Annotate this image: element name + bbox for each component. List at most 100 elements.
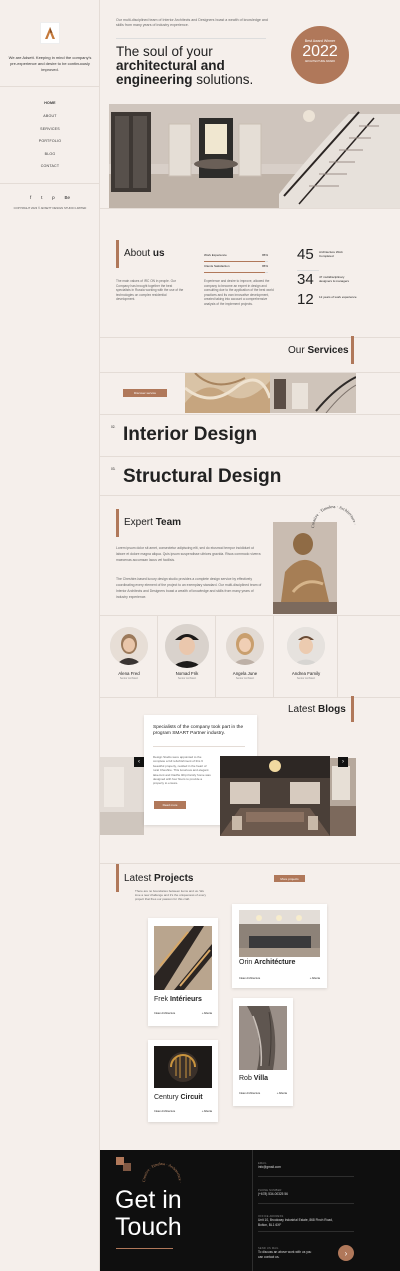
team-member-1[interactable]: Alena Fred Senior Architect [100, 615, 158, 697]
project-category: Clean Architecture [154, 1110, 176, 1113]
avatar [165, 624, 209, 668]
chevron-left-icon[interactable]: ‹ [134, 757, 144, 767]
services-title-b: Services [307, 345, 349, 356]
twitter-icon[interactable]: t [41, 195, 42, 200]
progress-label: Work Experience [204, 253, 227, 257]
accent-bar [116, 509, 119, 537]
hero-title-line1: The soul of your [116, 44, 213, 59]
footer-phone: PHONE NUMBER (+678) 534-00325 56 [258, 1189, 354, 1204]
stat-2: 34 47 multidisciplinary designers & mana… [297, 271, 357, 288]
nav-blog[interactable]: BLOG [0, 152, 100, 156]
project-meta: Clean Architecture ⌖ Alberta [154, 1012, 212, 1015]
progress-fill [204, 261, 265, 262]
team-role: Senior Architect [296, 677, 316, 680]
project-title: Century Circuit [154, 1094, 203, 1101]
divider [258, 1231, 354, 1233]
service-image-2 [270, 373, 356, 413]
about-title-b: us [152, 248, 165, 259]
project-location: Alberta [278, 1092, 287, 1095]
projects-title-b: Projects [154, 873, 194, 884]
project-title-a: Rob [239, 1075, 254, 1082]
blogs-title-a: Latest [288, 704, 319, 715]
service-interior-design[interactable]: Interior Design [123, 424, 257, 446]
blog-card-title: Specialists of the company took part in … [153, 725, 244, 736]
chevron-right-icon[interactable]: › [338, 757, 348, 767]
divider [252, 1150, 253, 1271]
blog-card-text: Design Studio were appointed to the comp… [153, 755, 211, 786]
arrow-right-icon[interactable]: › [338, 1245, 354, 1261]
team-member-3[interactable]: Angela June Senior Architect [216, 615, 274, 697]
location-pin-icon: ⌖ Alberta [276, 1092, 287, 1095]
team-member-4[interactable]: Andrea Family Senior Architect [274, 615, 338, 697]
ring-text: Creative · Timeless · Architecture · [142, 1162, 182, 1183]
project-title-b: Intérieurs [169, 996, 202, 1003]
email-link[interactable]: info@gmail.com [258, 1165, 354, 1170]
copyright: COPYRIGHT 2023 © ADSETT DESIGN STUDIO LI… [13, 206, 87, 210]
team-role: Senior Architect [177, 677, 197, 680]
project-title-a: Century [154, 1094, 181, 1101]
discover-service-button[interactable]: Discover service [123, 389, 167, 397]
hero-tagline: Our multi-disciplined team of Interior A… [116, 18, 268, 28]
decor-square [123, 1163, 131, 1171]
pinterest-icon[interactable]: p [52, 195, 55, 200]
project-title-b: Villa [253, 1075, 269, 1082]
address-text: Unit 10, Brookway Industrial Estate, 868… [258, 1218, 333, 1227]
project-title-b: Circuit [180, 1094, 203, 1101]
avatar [226, 627, 264, 665]
project-title: Orin Architécture [239, 959, 295, 966]
team-member-2[interactable]: Nomad Frik Senior Architect [158, 615, 216, 697]
project-category: Clean Architecture [239, 1092, 261, 1095]
logo[interactable] [40, 22, 60, 44]
facebook-icon[interactable]: f [30, 195, 31, 200]
location-pin-icon: ⌖ Alberta [201, 1110, 212, 1113]
blog-image-main [220, 756, 330, 836]
phone-link[interactable]: (+678) 534-00325 56 [258, 1192, 354, 1197]
nav-about[interactable]: ABOUT [0, 114, 100, 118]
nav-home[interactable]: HOME [0, 101, 100, 105]
rotating-text-badge: Creative · Timeless · Architecture · [310, 504, 358, 528]
nav-portfolio[interactable]: PORTFOLIO [0, 139, 100, 143]
project-card-3[interactable]: Century Circuit Clean Architecture ⌖ Albe… [148, 1040, 218, 1122]
read-more-button[interactable]: Read more [154, 801, 186, 809]
mail-text: To discuss an above work with us you can… [258, 1250, 312, 1259]
more-projects-button[interactable]: More projects [274, 875, 305, 882]
progress-value: 95% [261, 264, 268, 268]
divider [100, 697, 400, 698]
team-name: Nomad Frik [175, 671, 199, 676]
svg-text:Creative · Timeless · Architec: Creative · Timeless · Architecture · [142, 1162, 182, 1183]
project-card-4[interactable]: Rob Villa Clean Architecture ⌖ Alberta [233, 998, 293, 1106]
accent-bar [351, 696, 354, 722]
divider [100, 414, 400, 415]
expert-text-2: The Cheshire-based luxury design studio … [116, 577, 262, 599]
divider [100, 337, 400, 338]
hero-title-end: solutions. [192, 72, 254, 87]
blogs-title: Latest Blogs [288, 704, 346, 715]
blog-image-right [330, 758, 356, 836]
project-meta: Clean Architecture ⌖ Alberta [154, 1110, 212, 1113]
projects-title: Latest Projects [124, 873, 194, 884]
divider [116, 1248, 173, 1249]
accent-bar [116, 240, 119, 268]
stat-3: 12 12 years of work experience [297, 291, 357, 308]
nav-services[interactable]: SERVICES [0, 127, 100, 131]
team-role: Senior Architect [235, 677, 255, 680]
about-title: About us [124, 248, 165, 259]
project-title-a: Orin [239, 959, 255, 966]
behance-icon[interactable]: Be [64, 195, 70, 200]
divider [116, 38, 266, 39]
divider [258, 1175, 354, 1177]
project-card-2[interactable]: Orin Architécture Clean Architecture ⌖ Al… [232, 904, 327, 988]
about-text-2: Experience and desire to improve, allowe… [204, 279, 274, 306]
accent-bar [351, 336, 354, 364]
nav-contact[interactable]: CONTACT [0, 164, 100, 168]
services-title: Our Services [288, 345, 349, 356]
footer-title: Get in Touch [115, 1187, 182, 1241]
project-card-1[interactable]: Frek Intérieurs Clean Architecture ⌖ Albe… [148, 918, 218, 1026]
service-structural-design[interactable]: Structural Design [123, 466, 281, 488]
divider [100, 863, 400, 864]
stat-1: 45 Architecture Work Completed [297, 246, 357, 263]
services-title-a: Our [288, 345, 308, 356]
hero-title-line2: architectural and [116, 58, 225, 73]
project-title: Rob Villa [239, 1075, 268, 1082]
divider [100, 456, 400, 457]
